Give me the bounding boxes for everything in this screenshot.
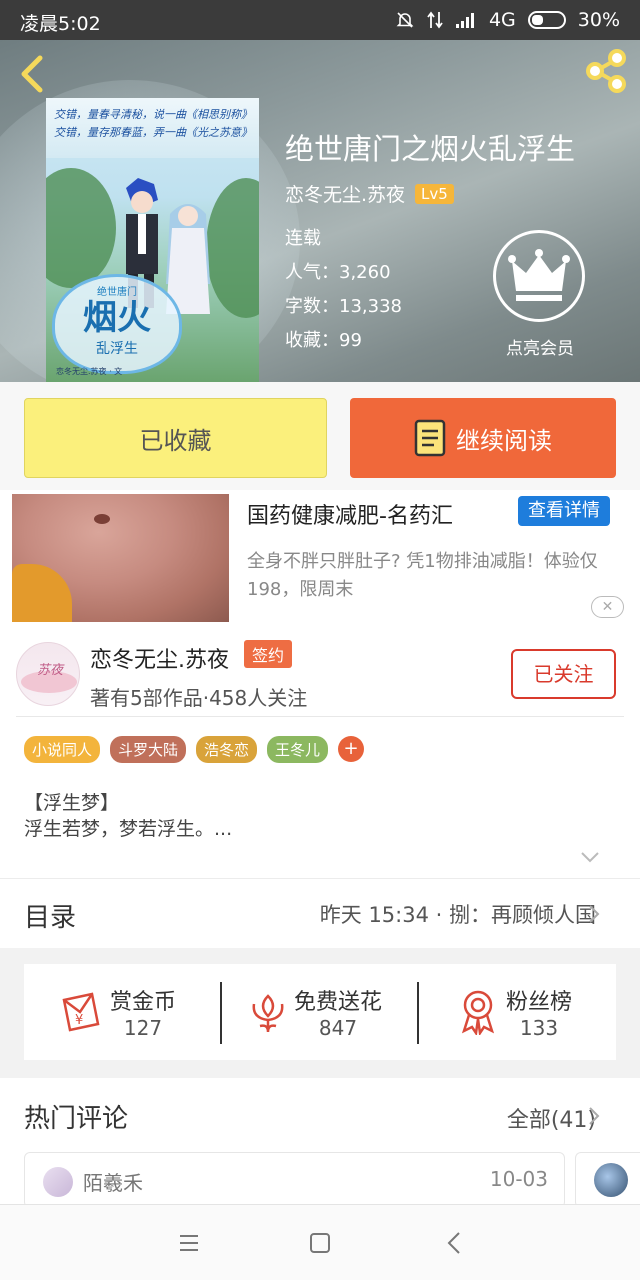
author-card: 苏夜 恋冬无尘.苏夜 签约 著有5部作品·458人关注 已关注 小说同人 斗罗大… [0, 628, 640, 878]
comment-card[interactable] [575, 1152, 640, 1208]
action-bar: 已收藏 继续阅读 [0, 382, 640, 490]
continue-reading-button[interactable]: 继续阅读 [350, 398, 616, 478]
book-cover[interactable]: 交错，量春寻清秘，说一曲《相思别称》 交错，量存那春蓝，弄一曲《光之苏意》 绝世… [46, 98, 259, 382]
hot-comments-title: 热门评论 [24, 1104, 129, 1134]
svg-text:¥: ¥ [75, 1013, 83, 1028]
chevron-right-icon [589, 905, 600, 923]
book-favorites: 收藏：99 [285, 330, 362, 351]
author-stats: 著有5部作品·458人关注 [90, 686, 308, 710]
continue-reading-label: 继续阅读 [456, 426, 552, 455]
back-arrow-icon[interactable] [14, 52, 50, 96]
sign-badge: 签约 [244, 640, 293, 668]
fans-ranking-stat[interactable]: 粉丝榜 133 [458, 964, 572, 1060]
home-square-icon[interactable] [308, 1231, 332, 1255]
catalog-latest-chapter: 昨天 15:34 · 捌：再顾倾人国 [319, 903, 596, 927]
book-author[interactable]: 恋冬无尘.苏夜 [285, 180, 405, 207]
avatar-text: 苏夜 [37, 663, 64, 678]
mute-bell-icon [396, 12, 414, 28]
cover-text-line2: 交错，量存那春蓝，弄一曲《光之苏意》 [54, 126, 252, 139]
tag-item[interactable]: 王冬儿 [267, 736, 329, 763]
ad-detail-button[interactable]: 查看详情 [518, 496, 610, 526]
tag-item[interactable]: 小说同人 [24, 736, 101, 763]
nav-back-icon[interactable] [443, 1231, 467, 1255]
summary-line: 【浮生梦】 [24, 792, 120, 814]
book-popularity: 人气：3,260 [285, 262, 391, 283]
cover-tree [46, 168, 116, 288]
status-time: 凌晨5:02 [20, 13, 101, 35]
stats-panel: ¥ 赏金币 127 免费送花 847 粉丝榜 133 [24, 964, 616, 1060]
author-name[interactable]: 恋冬无尘.苏夜 [90, 642, 229, 674]
commenter-avatar[interactable] [594, 1163, 628, 1197]
summary-line: 浮生若梦，梦若浮生。... [24, 818, 233, 840]
vip-label[interactable]: 点亮会员 [494, 334, 586, 359]
cover-tree [206, 178, 259, 318]
hot-comments-section: 热门评论 全部(41) 陌羲禾 10-03 [0, 1078, 640, 1208]
commenter-avatar[interactable] [43, 1167, 73, 1197]
crown-icon[interactable] [493, 230, 585, 322]
share-icon[interactable] [584, 48, 630, 94]
data-transfer-icon [427, 11, 443, 29]
network-type: 4G [488, 9, 516, 31]
ad-close-button[interactable]: ✕ [591, 596, 624, 618]
signal-icon [455, 13, 474, 28]
author-level-badge: Lv5 [415, 183, 454, 204]
follow-button[interactable]: 已关注 [511, 649, 616, 699]
cover-byline: 恋冬无尘.苏夜 · 文 [56, 367, 123, 376]
status-icons: 4G 30% [395, 9, 620, 31]
comment-date: 10-03 [489, 1167, 548, 1191]
divider [16, 716, 624, 717]
book-summary[interactable]: 【浮生梦】 浮生若梦，梦若浮生。... [24, 790, 232, 842]
book-icon [414, 419, 446, 457]
ad-description[interactable]: 全身不胖只胖肚子? 凭1物排油减脂！体验仅198，限周末 [247, 548, 617, 604]
ad-banner[interactable]: 国药健康减肥-名药汇 查看详情 全身不胖只胖肚子? 凭1物排油减脂！体验仅198… [0, 490, 640, 628]
free-flower-stat[interactable]: 免费送花 847 [248, 964, 382, 1060]
commenter-name[interactable]: 陌羲禾 [83, 1167, 143, 1196]
book-status: 连载 [285, 228, 321, 249]
collected-button[interactable]: 已收藏 [24, 398, 327, 478]
stats-divider [417, 982, 419, 1044]
cover-text-line1: 交错，量春寻清秘，说一曲《相思别称》 [54, 108, 252, 121]
menu-icon[interactable] [177, 1231, 201, 1255]
tag-item[interactable]: 斗罗大陆 [110, 736, 187, 763]
tag-list: 小说同人 斗罗大陆 浩冬恋 王冬儿 + [24, 736, 365, 763]
ad-image[interactable] [12, 494, 229, 622]
catalog-title: 目录 [24, 903, 77, 933]
chevron-right-icon[interactable] [588, 1106, 600, 1126]
comment-card[interactable]: 陌羲禾 10-03 [24, 1152, 565, 1208]
all-comments-link[interactable]: 全部(41) [507, 1102, 596, 1134]
red-envelope-icon: ¥ [62, 992, 100, 1032]
flower-value: 847 [318, 1016, 358, 1040]
tag-more-button[interactable]: + [338, 736, 365, 762]
book-title: 绝世唐门之烟火乱浮生 [285, 132, 576, 166]
reward-value: 127 [123, 1016, 163, 1040]
chevron-down-icon[interactable] [580, 850, 600, 864]
status-bar: 凌晨5:02 4G 30% [0, 0, 640, 40]
fans-label: 粉丝榜 [506, 990, 573, 1015]
reward-coin-stat[interactable]: ¥ 赏金币 127 [58, 964, 176, 1060]
fans-value: 133 [519, 1016, 559, 1040]
flower-icon [252, 994, 284, 1033]
ad-image-cloth [12, 564, 72, 622]
reward-label: 赏金币 [110, 990, 177, 1015]
medal-icon [461, 990, 495, 1035]
battery-percent: 30% [577, 9, 620, 31]
stats-divider [220, 982, 222, 1044]
ad-image-detail [94, 514, 110, 524]
tag-item[interactable]: 浩冬恋 [196, 736, 258, 763]
book-word-count: 字数：13,338 [285, 296, 402, 317]
system-nav-bar [0, 1204, 640, 1280]
collected-label: 已收藏 [139, 426, 212, 455]
catalog-row[interactable]: 目录 昨天 15:34 · 捌：再顾倾人国 [0, 878, 640, 948]
book-author-line: 恋冬无尘.苏夜 Lv5 [285, 180, 454, 207]
battery-icon [527, 11, 566, 29]
ad-title[interactable]: 国药健康减肥-名药汇 [247, 498, 453, 530]
cover-title-seal: 绝世唐门 烟火 乱浮生 [52, 274, 182, 374]
flower-label: 免费送花 [294, 990, 383, 1015]
author-avatar[interactable]: 苏夜 [16, 642, 80, 706]
